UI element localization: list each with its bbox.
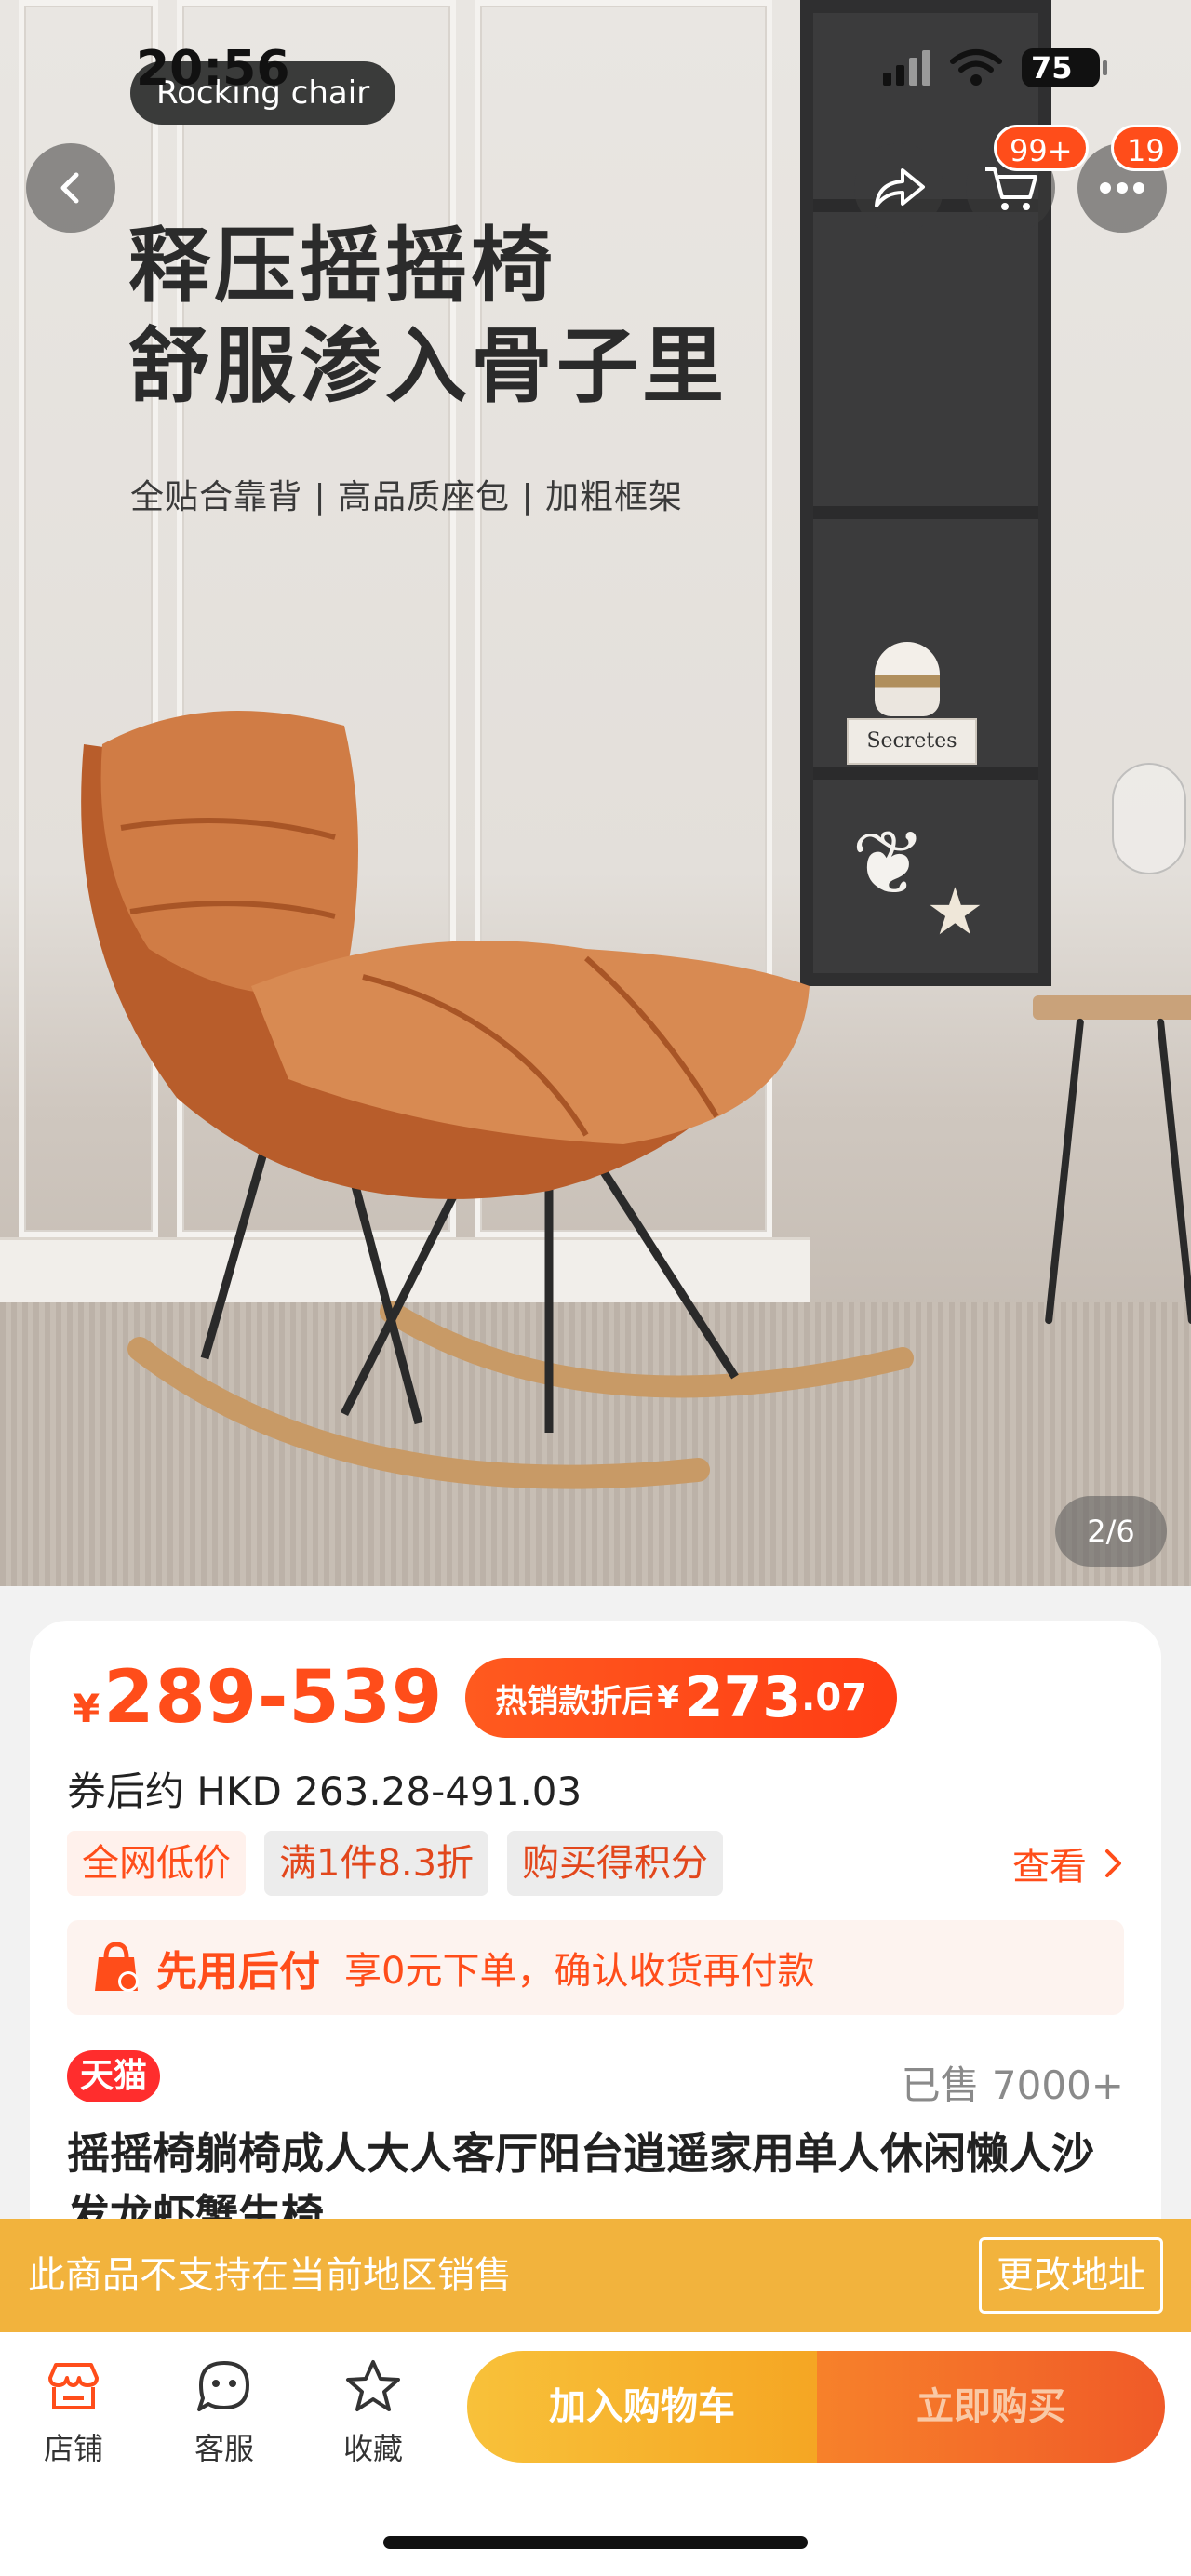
discount-label: 热销款折后 <box>495 1682 654 1720</box>
add-to-cart-button[interactable]: 加入购物车 <box>467 2351 817 2463</box>
discount-price-int: 273 <box>684 1665 802 1730</box>
coupon-price-hkd: 券后约 HKD 263.28-491.03 <box>67 1768 582 1814</box>
store-label: 店铺 <box>43 2431 103 2466</box>
change-address-button[interactable]: 更改地址 <box>979 2237 1163 2314</box>
region-unavailable-banner: 此商品不支持在当前地区销售 更改地址 <box>0 2219 1191 2332</box>
starfish-decoration: ★ <box>926 874 984 950</box>
star-icon <box>346 2360 400 2411</box>
cart-badge: 99+ <box>994 125 1089 171</box>
back-icon <box>60 172 79 204</box>
discount-currency: ¥ <box>657 1679 679 1716</box>
region-message: 此商品不支持在当前地区销售 <box>28 2254 512 2297</box>
home-indicator <box>383 2536 808 2549</box>
share-icon <box>875 168 925 207</box>
rocking-chair-image <box>81 711 914 1489</box>
vase <box>875 642 940 716</box>
shopping-bag-icon <box>95 1942 139 1992</box>
back-button[interactable] <box>26 143 115 233</box>
discount-price-pill[interactable]: 热销款折后 ¥ 273 .07 <box>465 1658 898 1738</box>
customer-service-icon <box>197 2361 249 2411</box>
purchase-buttons: 加入购物车 立即购买 <box>467 2351 1165 2463</box>
hero-subline: 全贴合靠背 | 高品质座包 | 加粗框架 <box>130 478 684 516</box>
headline-line-2: 舒服渗入骨子里 <box>128 318 729 414</box>
tmall-badge: 天猫 <box>67 2050 161 2102</box>
promo-tags: 全网低价 满1件8.3折 购买得积分 <box>67 1831 724 1896</box>
table-lamp <box>1112 763 1186 874</box>
tag-lowest-price[interactable]: 全网低价 <box>67 1831 246 1896</box>
share-button[interactable] <box>854 143 943 233</box>
pay-later-desc: 享0元下单，确认收货再付款 <box>344 1950 815 1993</box>
battery-icon: 75 <box>1022 48 1107 87</box>
favorite-label: 收藏 <box>342 2431 403 2466</box>
price-currency: ¥ <box>73 1685 100 1731</box>
pay-later-title: 先用后付 <box>156 1948 320 1995</box>
see-more-label: 查看 <box>1012 1846 1087 1889</box>
headline-line-1: 释压摇摇椅 <box>128 218 557 314</box>
price-row: ¥ 289-539 热销款折后 ¥ 273 .07 <box>73 1656 898 1740</box>
store-icon <box>48 2363 99 2409</box>
page-indicator: 2/6 <box>1055 1496 1167 1567</box>
wifi-icon <box>950 49 1002 86</box>
pay-later-banner[interactable]: 先用后付 享0元下单，确认收货再付款 <box>67 1920 1124 2015</box>
price-range: 289-539 <box>103 1656 444 1740</box>
status-icons: 75 <box>883 48 1107 87</box>
battery-level: 75 <box>1031 50 1073 86</box>
message-badge: 19 <box>1111 125 1181 171</box>
status-time: 20:56 <box>136 41 290 97</box>
store-button[interactable]: 店铺 <box>13 2351 134 2468</box>
discount-price-dec: .07 <box>801 1676 868 1719</box>
tag-discount[interactable]: 满1件8.3折 <box>264 1831 489 1896</box>
chevron-right-icon <box>1105 1849 1121 1877</box>
tag-points[interactable]: 购买得积分 <box>507 1831 724 1896</box>
buy-now-button[interactable]: 立即购买 <box>817 2351 1165 2463</box>
hero-headline: 释压摇摇椅 舒服渗入骨子里 <box>128 216 728 417</box>
side-table <box>1033 995 1191 1325</box>
cart-button[interactable]: 99+ <box>966 125 1089 233</box>
see-more-link[interactable]: 查看 <box>1012 1836 1124 1890</box>
sold-count: 已售 7000+ <box>901 2062 1124 2108</box>
favorite-button[interactable]: 收藏 <box>313 2351 434 2468</box>
service-label: 客服 <box>194 2431 254 2466</box>
product-info-card: ¥ 289-539 热销款折后 ¥ 273 .07 券后约 HKD 263.28… <box>30 1621 1161 2272</box>
customer-service-button[interactable]: 客服 <box>164 2351 285 2468</box>
product-image-carousel[interactable]: Secretes ❦ ★ 释压摇摇椅 舒服渗入骨子里 全贴合靠背 | 高品质座包… <box>0 0 1191 1586</box>
cellular-signal-icon <box>883 50 930 86</box>
more-icon <box>1100 182 1144 194</box>
more-button[interactable]: 19 <box>1077 125 1181 233</box>
